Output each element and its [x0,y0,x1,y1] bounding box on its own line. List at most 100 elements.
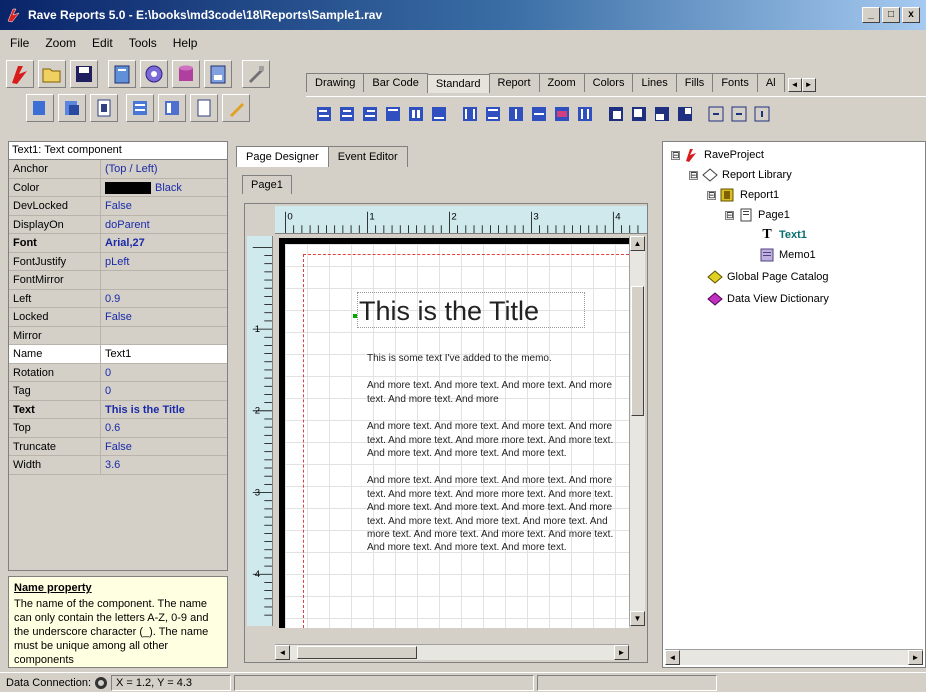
property-panel-header[interactable]: Text1: Text component [9,142,227,160]
property-value[interactable]: Black [101,179,227,197]
align-middle-button[interactable] [406,103,426,125]
tree-node-memo1[interactable]: Memo1 [759,248,816,262]
space-v-button[interactable] [483,103,503,125]
tree-node-page1[interactable]: ⊟ Page1 [725,208,790,222]
maximize-button[interactable]: □ [882,7,900,23]
tree-node-global-page-catalog[interactable]: Global Page Catalog [707,270,829,284]
tab-report[interactable]: Report [488,73,540,92]
report-page[interactable]: This is the Title This is some text I've… [279,238,629,628]
property-row-locked[interactable]: Locked False [9,308,227,327]
tab-standard[interactable]: Standard [426,74,490,93]
new-page-button[interactable] [204,60,232,88]
tree-horizontal-scrollbar[interactable]: ◄ ► [665,649,923,665]
tab-bar-code[interactable]: Bar Code [363,73,428,92]
align-tool-2-button[interactable] [58,94,86,122]
close-button[interactable]: x [902,7,920,23]
scroll-left-button[interactable]: ◄ [275,645,290,660]
wizard-button[interactable] [242,60,270,88]
canvas-horizontal-scrollbar[interactable]: ◄ ► [275,644,629,660]
move-backward-button[interactable] [675,103,695,125]
property-value[interactable]: 0 [101,364,227,382]
property-value[interactable]: This is the Title [101,401,227,419]
property-value[interactable]: Text1 [101,345,227,363]
align-tool-4-button[interactable] [126,94,154,122]
property-row-font[interactable]: Font Arial,27 [9,234,227,253]
tab-fonts[interactable]: Fonts [712,73,758,92]
property-row-truncate[interactable]: Truncate False [9,437,227,456]
menu-zoom[interactable]: Zoom [43,35,78,51]
text1-component[interactable]: This is the Title [359,296,539,327]
menu-edit[interactable]: Edit [90,35,115,51]
tab-drawing[interactable]: Drawing [306,73,365,92]
tab-colors[interactable]: Colors [583,73,634,92]
tab-page-designer[interactable]: Page Designer [236,146,329,167]
property-value[interactable]: Arial,27 [101,234,227,252]
tab-lines[interactable]: Lines [632,73,677,92]
tab-zoom[interactable]: Zoom [538,73,585,92]
collapse-icon[interactable]: ⊟ [671,150,680,160]
database-button[interactable] [172,60,200,88]
equal-width-button[interactable] [552,103,572,125]
center-page-v-button[interactable] [529,103,549,125]
tab-all[interactable]: Al [756,73,785,92]
property-row-anchor[interactable]: Anchor (Top / Left) [9,160,227,179]
memo1-component[interactable]: This is some text I've added to the memo… [367,352,625,569]
tree-scroll-right-button[interactable]: ► [908,650,923,665]
tab-event-editor[interactable]: Event Editor [327,146,408,167]
text1-selection-handle[interactable] [353,314,357,318]
property-value[interactable]: False [101,308,227,326]
scroll-down-button[interactable]: ▼ [630,611,645,626]
property-value[interactable]: 0 [101,382,227,400]
tabs-scroll-left-button[interactable]: ◄ [787,78,802,92]
align-tool-3-button[interactable] [90,94,118,122]
property-value[interactable] [101,327,227,345]
property-row-width[interactable]: Width 3.6 [9,456,227,475]
align-left-button[interactable] [314,103,334,125]
property-value[interactable]: 0.6 [101,419,227,437]
minimize-button[interactable]: _ [862,7,880,23]
new-report-button[interactable] [108,60,136,88]
align-tool-5-button[interactable] [158,94,186,122]
property-row-left[interactable]: Left 0.9 [9,289,227,308]
canvas-vertical-scrollbar[interactable]: ▲ ▼ [629,236,645,626]
collapse-icon[interactable]: ⊟ [707,190,716,200]
property-row-mirror[interactable]: Mirror [9,326,227,345]
horizontal-scroll-thumb[interactable] [297,646,417,659]
property-value[interactable]: (Top / Left) [101,160,227,178]
align-top-button[interactable] [383,103,403,125]
scroll-up-button[interactable]: ▲ [630,236,645,251]
align-tool-7-button[interactable] [222,94,250,122]
tab-page1[interactable]: Page1 [242,175,292,194]
tree-node-data-view-dictionary[interactable]: Data View Dictionary [707,292,829,306]
space-h-button[interactable] [460,103,480,125]
property-value[interactable] [101,271,227,289]
nudge-up-button[interactable] [752,103,772,125]
property-row-tag[interactable]: Tag 0 [9,382,227,401]
nudge-right-button[interactable] [729,103,749,125]
tree-node-report-library[interactable]: ⊟ Report Library [689,168,792,182]
property-row-name[interactable]: Name Text1 [9,345,227,364]
property-value[interactable]: 0.9 [101,290,227,308]
property-row-displayon[interactable]: DisplayOn doParent [9,215,227,234]
center-page-h-button[interactable] [506,103,526,125]
property-value[interactable]: pLeft [101,253,227,271]
nudge-left-button[interactable] [706,103,726,125]
property-row-text[interactable]: Text This is the Title [9,400,227,419]
property-value[interactable]: 3.6 [101,456,227,474]
align-center-h-button[interactable] [337,103,357,125]
open-button[interactable] [38,60,66,88]
scroll-right-button[interactable]: ► [614,645,629,660]
align-bottom-button[interactable] [429,103,449,125]
align-tool-1-button[interactable] [26,94,54,122]
property-value[interactable]: False [101,438,227,456]
property-row-fontjustify[interactable]: FontJustify pLeft [9,252,227,271]
data-connection-icon[interactable] [95,676,107,689]
menu-tools[interactable]: Tools [127,35,159,51]
property-value[interactable]: False [101,197,227,215]
menu-help[interactable]: Help [171,35,200,51]
tabs-scroll-right-button[interactable]: ► [801,78,816,92]
equal-height-button[interactable] [575,103,595,125]
tree-node-report1[interactable]: ⊟ Report1 [707,188,779,202]
menu-file[interactable]: File [8,35,31,51]
tab-fills[interactable]: Fills [675,73,714,92]
